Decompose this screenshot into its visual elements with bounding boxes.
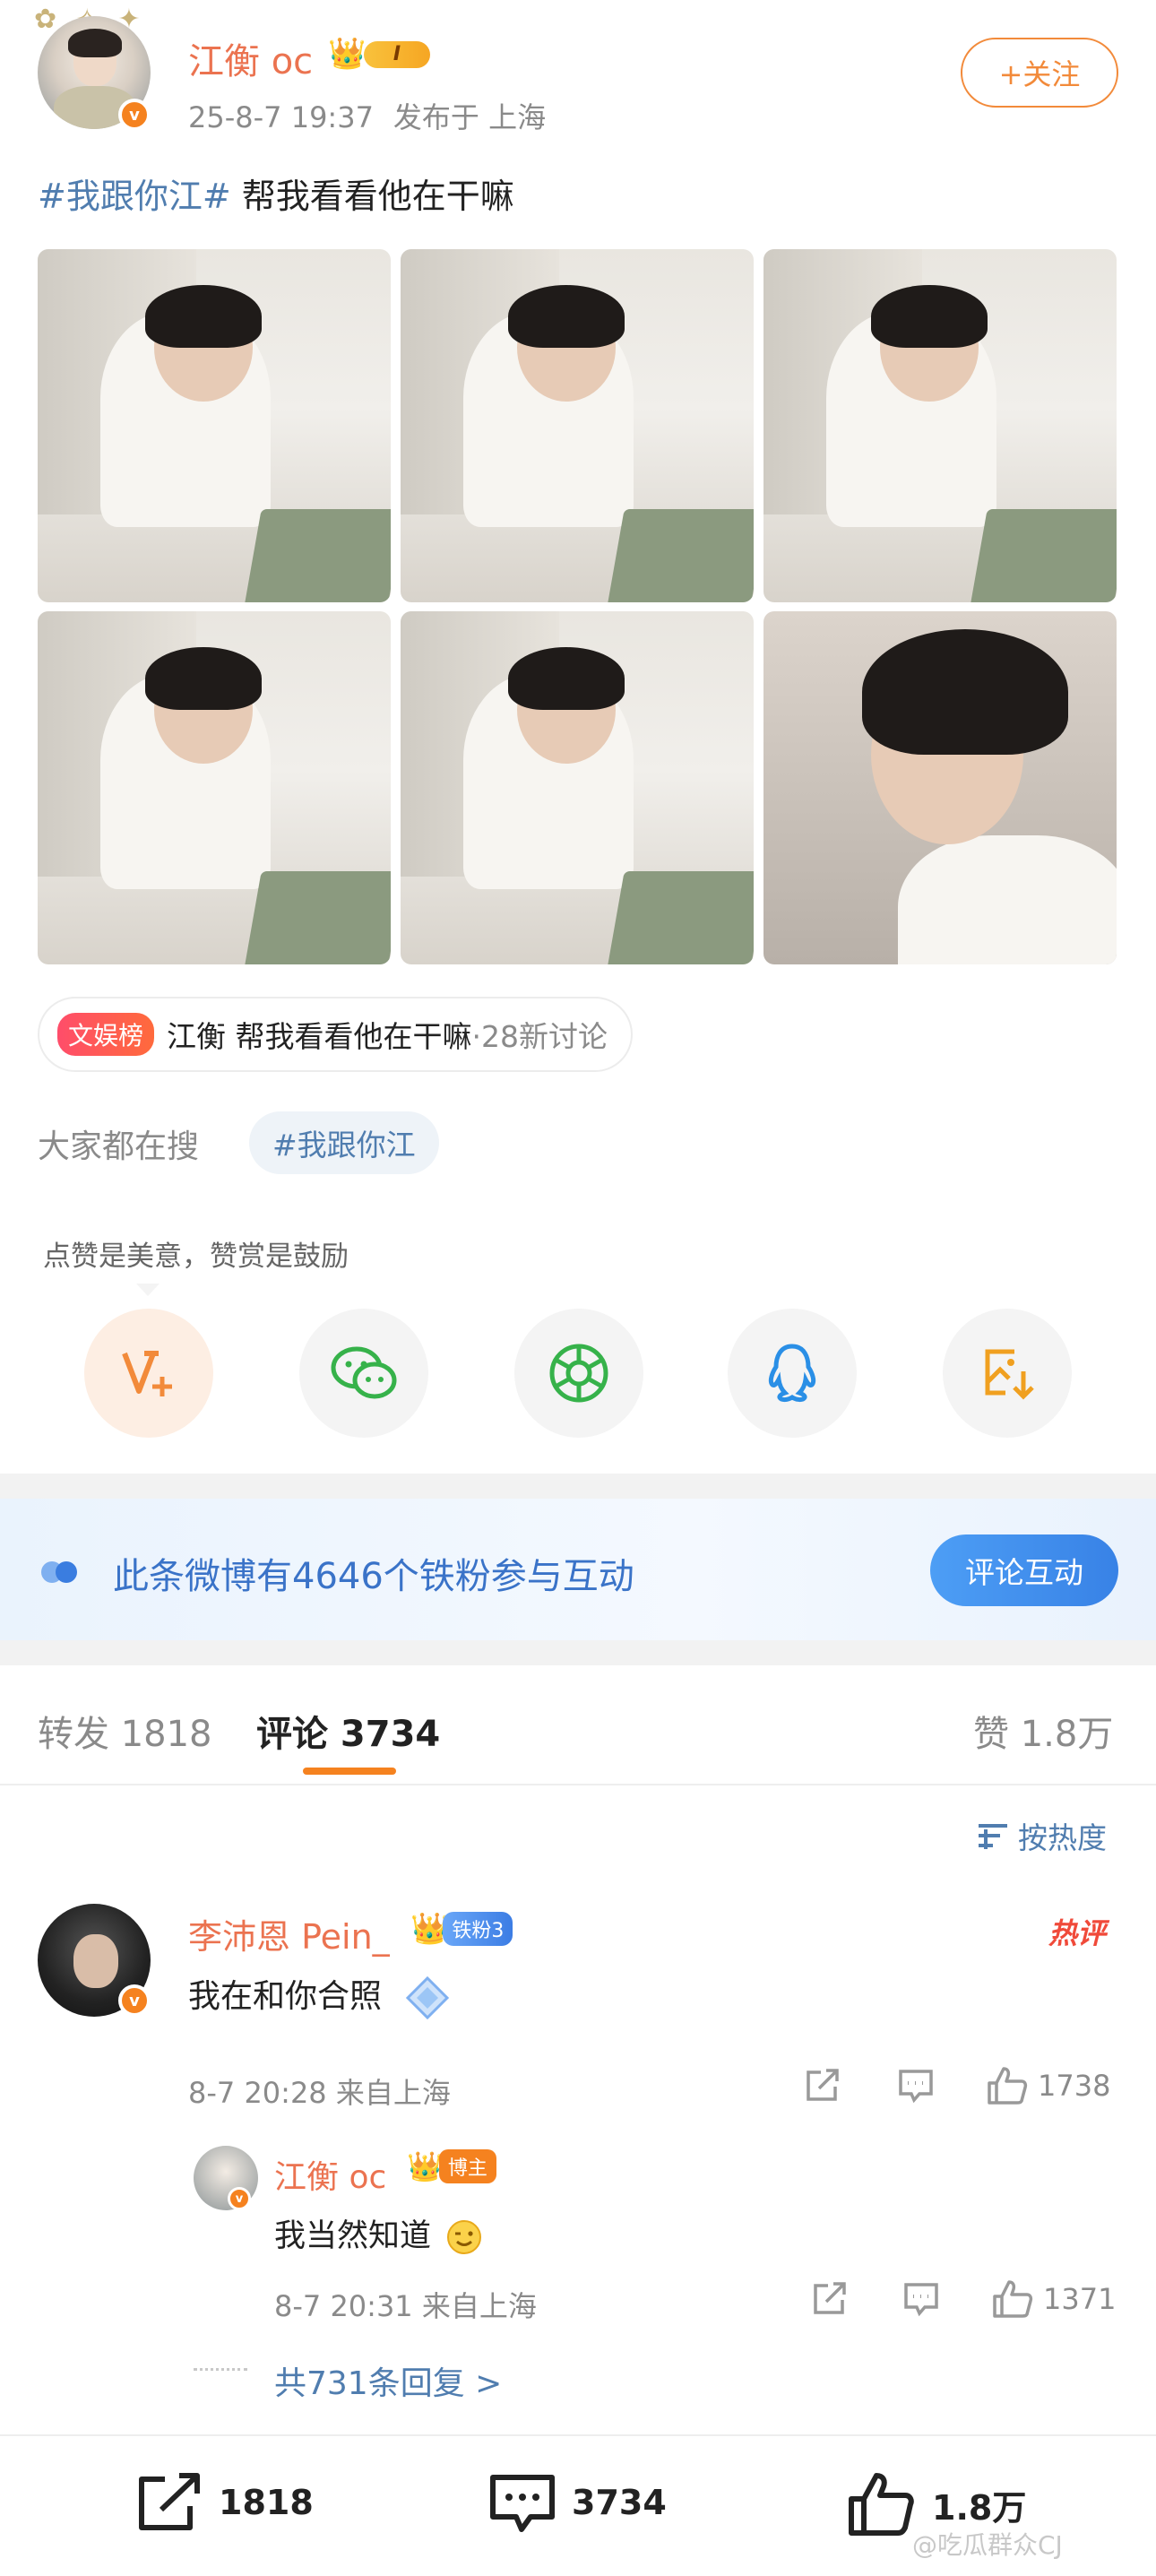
verified-icon: v (118, 99, 151, 131)
reply-dots (194, 2368, 247, 2371)
crown-icon: 👑 (407, 2149, 443, 2183)
photo-5[interactable] (401, 611, 754, 964)
sort-icon (979, 1824, 1007, 1849)
bottom-repost-count: 1818 (219, 2483, 314, 2522)
hot-topic[interactable]: 文娱榜 江衡 帮我看看他在干嘛 ·28新讨论 (38, 997, 633, 1072)
photo-2[interactable] (401, 249, 754, 602)
bottom-comment-button[interactable]: 3734 (487, 2470, 667, 2535)
verified-icon: v (228, 2187, 251, 2210)
section-divider (0, 1474, 1156, 1499)
comment-meta: 8-7 20:28 来自上海 (188, 2076, 451, 2110)
comment-reply-button[interactable] (896, 2065, 936, 2105)
comment-icon (904, 2283, 938, 2317)
comment-icon (490, 2475, 555, 2532)
reply-comment-button[interactable] (902, 2278, 941, 2318)
wink-emoji-icon (447, 2220, 482, 2254)
tab-indicator (303, 1768, 396, 1775)
reward-tip: 点赞是美意，赞赏是鼓励 (43, 1240, 349, 1273)
follow-button[interactable]: +关注 (961, 38, 1118, 108)
fans-text: 此条微博有4646个铁粉参与互动 (113, 1556, 634, 1597)
member-badge[interactable]: 👑 I (328, 36, 432, 72)
bottom-like-count: 1.8万 (932, 2487, 1027, 2528)
topic-count: ·28新讨论 (471, 1019, 608, 1054)
photo-4[interactable] (38, 611, 391, 964)
post-meta: 25-8-7 19:37 发布于 上海 (188, 95, 546, 136)
like-icon (988, 2067, 1028, 2105)
comment-body: 我在和你合照 (188, 1978, 383, 2015)
comment-icon (899, 2070, 933, 2104)
reward-button[interactable] (84, 1309, 213, 1438)
photo-6[interactable] (763, 611, 1117, 964)
fan-badge: 👑 铁粉3 (410, 1909, 513, 1949)
more-replies-link[interactable]: 共731条回复 > (274, 2357, 502, 2404)
photo-3[interactable] (763, 249, 1117, 602)
qq-icon (768, 1344, 816, 1403)
comment-text: 我在和你合照 (188, 1970, 454, 2023)
save-image-button[interactable] (943, 1309, 1072, 1438)
author-name[interactable]: 江衡 oc (188, 32, 313, 84)
like-icon (849, 2473, 914, 2536)
reply-share-button[interactable] (810, 2278, 850, 2318)
verified-icon: v (118, 1984, 151, 2017)
comment-share-button[interactable] (803, 2065, 842, 2105)
tab-like[interactable]: 赞 1.8万 (973, 1705, 1113, 1757)
post-location: 发布于 上海 (393, 100, 547, 134)
photo-grid (38, 249, 1117, 964)
reward-icon (122, 1351, 172, 1396)
bottom-repost-button[interactable]: 1818 (134, 2470, 314, 2535)
repost-icon (139, 2473, 200, 2530)
reply-like-button[interactable]: 1371 (991, 2278, 1116, 2320)
wechat-share-button[interactable] (299, 1309, 428, 1438)
tab-repost[interactable]: 转发 1818 (38, 1705, 212, 1757)
wechat-icon (331, 1346, 397, 1399)
blogger-badge: 👑 博主 (407, 2149, 496, 2183)
diamond-sticker-icon (406, 1975, 450, 2020)
search-label: 大家都在搜 (38, 1128, 200, 1165)
reply-body: 我当然知道 (274, 2218, 432, 2254)
post-time: 25-8-7 19:37 (188, 100, 374, 134)
topic-rank-badge: 文娱榜 (57, 1013, 155, 1056)
watermark: @吃瓜群众CJ (912, 2530, 1063, 2560)
qq-share-button[interactable] (728, 1309, 857, 1438)
fan-badge-label: 铁粉3 (443, 1912, 513, 1946)
moments-share-button[interactable] (514, 1309, 643, 1438)
like-icon (993, 2280, 1033, 2318)
post-text: #我跟你江# 帮我看看他在干嘛 (38, 169, 514, 218)
reply-meta: 8-7 20:31 来自上海 (274, 2289, 537, 2323)
reply-like-count: 1371 (1043, 2282, 1117, 2316)
photo-1[interactable] (38, 249, 391, 602)
post-body: 帮我看看他在干嘛 (241, 177, 514, 216)
tip-arrow-icon (136, 1284, 160, 1296)
save-image-icon (985, 1349, 1034, 1400)
section-divider (0, 1640, 1156, 1665)
comment-interact-button[interactable]: 评论互动 (930, 1534, 1118, 1606)
comment-like-count: 1738 (1038, 2069, 1111, 2103)
hot-comment-label: 热评 (1048, 1916, 1107, 1950)
share-icon (807, 2069, 839, 2101)
search-chip[interactable]: #我跟你江 (249, 1111, 439, 1174)
topic-title: 江衡 帮我看看他在干嘛 (167, 1019, 472, 1054)
share-icon (814, 2282, 846, 2314)
commenter-name[interactable]: 李沛恩 Pein_ (188, 1909, 390, 1958)
sort-label: 按热度 (1018, 1820, 1107, 1855)
bottom-comment-count: 3734 (572, 2483, 667, 2522)
sort-button[interactable]: 按热度 (975, 1814, 1107, 1857)
moments-icon (549, 1344, 608, 1403)
reply-text: 我当然知道 (274, 2210, 484, 2257)
interaction-icon (41, 1561, 77, 1583)
member-level: I (364, 41, 430, 68)
comment-like-button[interactable]: 1738 (986, 2065, 1110, 2106)
tab-comment[interactable]: 评论 3734 (256, 1705, 440, 1757)
post-hashtag[interactable]: #我跟你江# (38, 177, 231, 216)
reply-author-name[interactable]: 江衡 oc (274, 2151, 386, 2198)
tab-divider (0, 1784, 1156, 1785)
blogger-label: 博主 (438, 2149, 496, 2183)
